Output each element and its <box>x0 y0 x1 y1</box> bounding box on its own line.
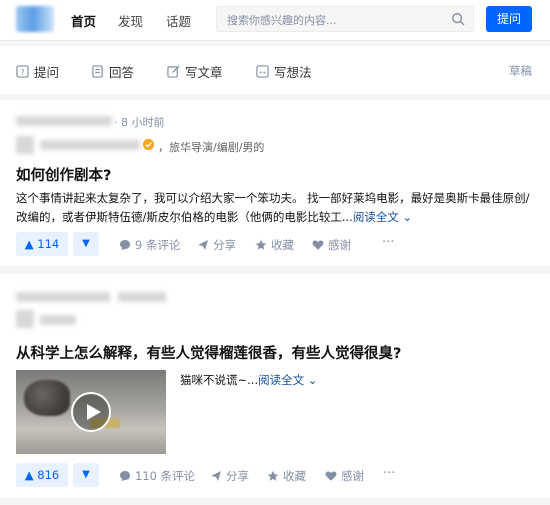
author-avatar[interactable] <box>16 310 34 328</box>
upvote-button[interactable]: ▲ 816 <box>16 463 68 487</box>
comments-button[interactable]: 9 条评论 <box>119 237 180 253</box>
comment-icon <box>120 240 130 250</box>
cat-image <box>24 380 70 416</box>
zhihu-logo[interactable] <box>16 6 54 32</box>
share-icon <box>211 471 221 481</box>
upvote-button[interactable]: ▲ 114 <box>16 232 68 256</box>
downvote-button[interactable]: ▼ <box>73 463 99 487</box>
creator-idea-label: 写想法 <box>274 65 312 80</box>
comment-icon <box>120 471 130 481</box>
share-icon <box>198 240 208 250</box>
collect-button[interactable]: 收藏 <box>267 468 306 484</box>
heart-icon <box>312 240 324 250</box>
play-icon[interactable] <box>71 392 111 432</box>
read-more-link[interactable]: 阅读全文 ⌄ <box>258 373 317 387</box>
more-options-button[interactable]: ··· <box>383 466 395 481</box>
search-input[interactable] <box>225 11 444 29</box>
feed-item: · 8 小时前 ，旅华导演/编剧/男的 如何创作剧本? 这个事情讲起来太复杂了，… <box>0 100 550 266</box>
answer-excerpt[interactable]: 猫咪不说谎~...阅读全文 ⌄ <box>180 371 530 390</box>
ask-question-button[interactable]: 提问 <box>486 6 532 32</box>
more-options-button[interactable]: ··· <box>382 235 394 250</box>
question-icon: ? <box>16 65 29 78</box>
downvote-button[interactable]: ▼ <box>73 232 99 256</box>
svg-text:?: ? <box>20 67 24 77</box>
verified-badge-icon <box>142 138 155 151</box>
heart-icon <box>325 471 337 481</box>
nav-discover[interactable]: 发现 <box>118 11 143 30</box>
question-title[interactable]: 从科学上怎么解释，有些人觉得榴莲很香，有些人觉得很臭? <box>16 342 401 363</box>
drafts-link[interactable]: 草稿 <box>509 63 532 79</box>
blurred-author-name[interactable] <box>40 140 140 150</box>
share-button[interactable]: 分享 <box>210 468 249 484</box>
blurred-time <box>118 292 166 302</box>
star-icon <box>267 470 279 481</box>
creator-idea-button[interactable]: 写想法 <box>256 62 312 81</box>
star-icon <box>255 239 267 250</box>
pencil-icon <box>167 65 180 78</box>
creator-article-label: 写文章 <box>185 65 223 80</box>
top-bar: 首页 发现 话题 提问 <box>0 0 550 41</box>
video-thumbnail[interactable] <box>16 370 166 454</box>
nav-home[interactable]: 首页 <box>71 11 96 30</box>
blurred-topic-source <box>16 292 110 302</box>
thanks-button[interactable]: 感谢 <box>325 468 364 484</box>
creator-ask-button[interactable]: ? 提问 <box>16 62 59 81</box>
creator-answer-button[interactable]: 回答 <box>91 62 134 81</box>
share-button[interactable]: 分享 <box>197 237 236 253</box>
nav-topics[interactable]: 话题 <box>166 11 191 30</box>
search-box <box>216 6 474 32</box>
feed-item: 从科学上怎么解释，有些人觉得榴莲很香，有些人觉得很臭? 猫咪不说谎~...阅读全… <box>0 274 550 498</box>
author-avatar[interactable] <box>16 136 34 154</box>
blurred-topic-source <box>16 116 112 126</box>
creator-answer-label: 回答 <box>109 65 135 80</box>
collect-button[interactable]: 收藏 <box>255 237 294 253</box>
author-bio: ，旅华导演/编剧/男的 <box>158 141 265 154</box>
feed-time: · 8 小时前 <box>114 116 165 129</box>
creator-article-button[interactable]: 写文章 <box>167 62 223 81</box>
search-icon[interactable] <box>451 12 465 26</box>
comments-button[interactable]: 110 条评论 <box>119 468 195 484</box>
creator-bar: ? 提问 回答 写文章 写想法 草稿 <box>0 46 550 94</box>
thanks-button[interactable]: 感谢 <box>312 237 351 253</box>
answer-icon <box>92 65 103 78</box>
question-title[interactable]: 如何创作剧本? <box>16 164 111 185</box>
read-more-link[interactable]: 阅读全文 ⌄ <box>353 210 412 224</box>
creator-ask-label: 提问 <box>34 65 60 80</box>
blurred-author-name[interactable] <box>40 315 76 325</box>
answer-excerpt[interactable]: 这个事情讲起来太复杂了，我可以介绍大家一个笨功夫。 找一部好莱坞电影，最好是奥斯… <box>16 189 536 227</box>
idea-icon <box>256 65 269 78</box>
